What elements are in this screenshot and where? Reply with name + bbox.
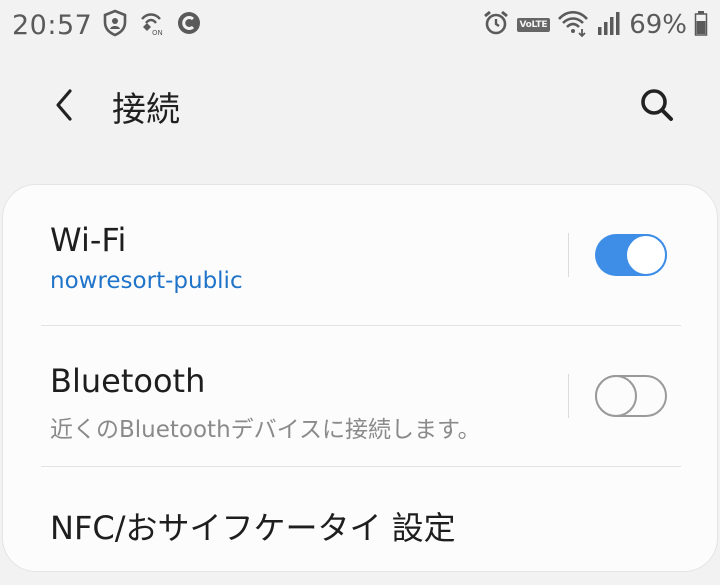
settings-card: Wi-Fi nowresort-public Bluetooth 近くのBlue… (2, 184, 718, 572)
search-icon (641, 89, 673, 121)
bluetooth-toggle[interactable] (595, 375, 667, 417)
status-bar: 20:57 ON VoLTE 69% (0, 0, 720, 50)
nfc-setting-row[interactable]: NFC/おサイフケータイ 設定 (3, 467, 717, 571)
wifi-setting-row[interactable]: Wi-Fi nowresort-public (3, 185, 717, 325)
alarm-icon (482, 9, 510, 41)
wifi-calling-icon: ON (138, 9, 166, 41)
svg-text:ON: ON (152, 29, 163, 37)
signal-icon (596, 9, 622, 41)
bluetooth-setting-row[interactable]: Bluetooth 近くのBluetoothデバイスに接続します。 (3, 326, 717, 466)
app-header: 接続 (0, 60, 720, 150)
chevron-left-icon (56, 89, 72, 121)
wifi-icon (557, 9, 589, 41)
page-title: 接続 (112, 90, 180, 130)
nfc-title: NFC/おサイフケータイ 設定 (50, 509, 456, 547)
clock: 20:57 (12, 9, 93, 41)
vertical-divider (568, 374, 569, 418)
shield-icon (102, 9, 128, 41)
back-button[interactable] (44, 82, 84, 128)
wifi-title: Wi-Fi (50, 221, 127, 259)
bluetooth-description: 近くのBluetoothデバイスに接続します。 (50, 417, 481, 443)
wifi-toggle[interactable] (595, 234, 667, 276)
status-bar-right: VoLTE 69% (482, 9, 709, 41)
status-bar-left: 20:57 ON (12, 9, 202, 41)
bluetooth-title: Bluetooth (50, 362, 206, 400)
wifi-network-name: nowresort-public (50, 268, 243, 294)
toggle-knob (595, 375, 637, 417)
battery-icon (694, 9, 708, 41)
c-circle-icon (176, 10, 202, 40)
toggle-knob (625, 234, 667, 276)
battery-percent: 69% (629, 10, 687, 40)
search-button[interactable] (632, 82, 682, 128)
vertical-divider (568, 233, 569, 277)
volte-icon: VoLTE (516, 18, 551, 32)
